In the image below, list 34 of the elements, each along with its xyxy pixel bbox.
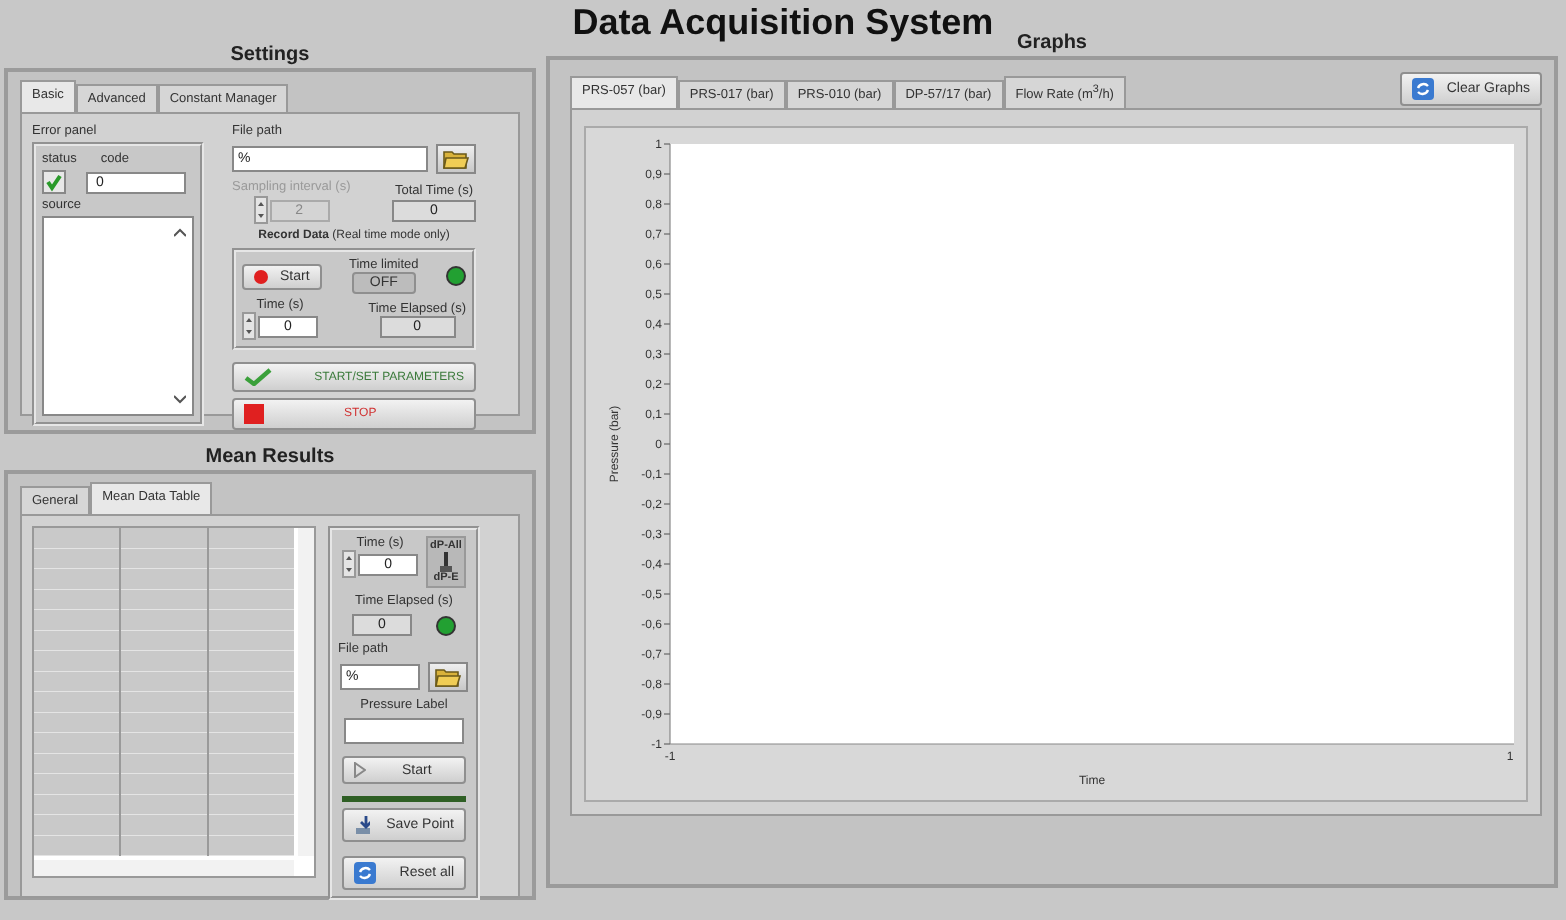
tray-icon [354,814,371,836]
pressure-label-field[interactable] [344,718,464,744]
spinner-arrows-icon[interactable] [253,196,268,224]
table-row[interactable] [34,753,294,774]
source-listbox[interactable] [42,216,194,416]
vertical-scrollbar[interactable] [298,528,314,856]
table-row[interactable] [34,548,294,569]
scroll-down-icon[interactable] [174,394,186,404]
horizontal-scrollbar[interactable] [34,860,294,876]
spinner-arrows-icon[interactable] [242,312,256,340]
browse-button[interactable] [428,662,468,692]
table-row[interactable] [34,835,294,856]
spinner-arrows-icon[interactable] [342,550,357,578]
panel-title: Mean Results [203,446,337,470]
toggle-switch[interactable] [439,552,452,572]
folder-icon [434,666,462,688]
refresh-icon [1412,78,1435,100]
record-icon [254,269,268,283]
table-row[interactable] [34,712,294,733]
refresh-icon [354,862,376,884]
data-table[interactable] [32,526,316,878]
table-row[interactable] [34,794,294,815]
play-icon [354,762,366,778]
table-row[interactable] [34,589,294,610]
scroll-up-icon[interactable] [174,228,186,238]
browse-button[interactable] [436,144,476,174]
panel-title: Settings [228,44,312,68]
folder-icon [442,148,470,170]
stop-icon [244,404,264,424]
table-row[interactable] [34,671,294,692]
window-title: Data Acquisition System [572,2,994,42]
table-row[interactable] [34,630,294,651]
checkmark-icon [244,368,272,386]
panel-title: Graphs [1014,32,1089,56]
